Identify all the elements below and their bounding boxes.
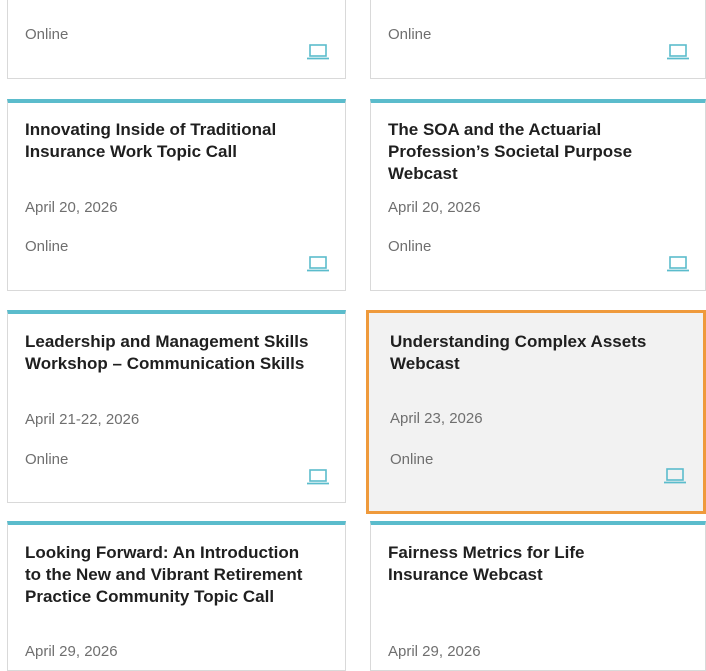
event-title[interactable]: Innovating Inside of Traditional Insuran… <box>25 119 325 163</box>
event-card[interactable]: Innovating Inside of Traditional Insuran… <box>7 99 346 291</box>
event-location: Online <box>25 26 69 43</box>
event-date: April 29, 2026 <box>25 643 118 660</box>
event-date: April 23, 2026 <box>390 410 483 427</box>
event-card-hovered[interactable]: Understanding Complex Assets Webcast Apr… <box>366 310 706 514</box>
event-location: Online <box>25 451 69 468</box>
event-date: April 20, 2026 <box>388 199 481 216</box>
event-title[interactable]: Understanding Complex Assets Webcast <box>390 331 685 375</box>
event-card[interactable]: Fairness Metrics for Life Insurance Webc… <box>370 521 706 671</box>
event-location: Online <box>390 451 434 468</box>
laptop-icon[interactable] <box>307 44 329 60</box>
event-card[interactable]: The SOA and the Actuarial Profession’s S… <box>370 99 706 291</box>
event-date: April 20, 2026 <box>25 199 118 216</box>
event-title[interactable]: Fairness Metrics for Life Insurance Webc… <box>388 542 648 586</box>
event-card[interactable]: Leadership and Management Skills Worksho… <box>7 310 346 503</box>
laptop-icon[interactable] <box>667 256 689 272</box>
event-title[interactable]: Looking Forward: An Introduction to the … <box>25 542 310 608</box>
event-date: April 21-22, 2026 <box>25 411 140 428</box>
event-title[interactable]: The SOA and the Actuarial Profession’s S… <box>388 119 678 185</box>
event-date: April 29, 2026 <box>388 643 481 660</box>
event-location: Online <box>25 238 69 255</box>
event-title[interactable]: Leadership and Management Skills Worksho… <box>25 331 315 375</box>
laptop-icon[interactable] <box>664 468 686 484</box>
laptop-icon[interactable] <box>667 44 689 60</box>
event-card[interactable]: Online <box>370 0 706 79</box>
event-location: Online <box>388 26 432 43</box>
event-card[interactable]: Online <box>7 0 346 79</box>
event-card[interactable]: Looking Forward: An Introduction to the … <box>7 521 346 671</box>
event-location: Online <box>388 238 432 255</box>
laptop-icon[interactable] <box>307 469 329 485</box>
laptop-icon[interactable] <box>307 256 329 272</box>
